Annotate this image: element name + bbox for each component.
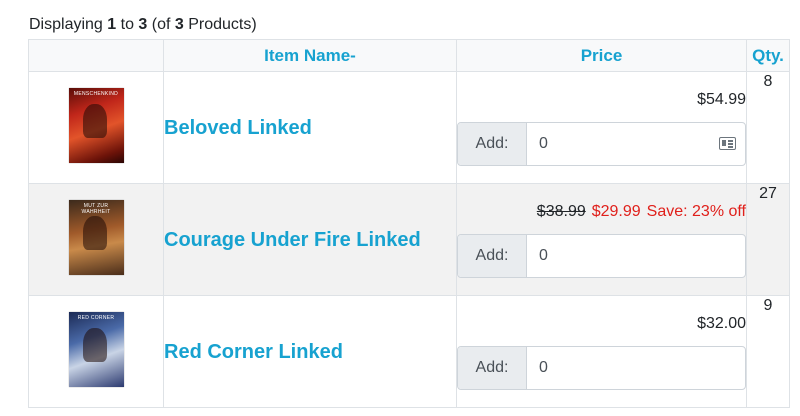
product-image[interactable]: RED CORNER bbox=[68, 311, 124, 387]
product-name-cell: Red Corner Linked bbox=[163, 295, 457, 408]
image-column-header bbox=[28, 39, 164, 72]
product-price-cell: $54.99 Add: 0 bbox=[456, 71, 747, 184]
product-price: $32.00 bbox=[697, 314, 746, 332]
table-header-row: Item Name- Price Qty. bbox=[28, 39, 790, 72]
product-price-cell: $32.00 Add: 0 bbox=[456, 295, 747, 408]
quantity-input[interactable]: 0 bbox=[527, 347, 745, 389]
sort-item-name-link[interactable]: Item Name- bbox=[264, 46, 356, 65]
quantity-input[interactable]: 0 bbox=[527, 235, 745, 277]
product-image-caption: RED CORNER bbox=[77, 314, 115, 321]
listing-from: 1 bbox=[107, 16, 117, 33]
product-name-link[interactable]: Beloved Linked bbox=[164, 117, 312, 139]
product-image-figure bbox=[82, 327, 107, 362]
listing-to-word: to bbox=[116, 16, 139, 33]
product-image-caption: MUT ZUR WAHRHEIT bbox=[81, 202, 111, 215]
add-to-cart-group: Add: 0 bbox=[457, 233, 746, 278]
item-name-column-header[interactable]: Item Name- bbox=[163, 39, 457, 72]
qty-column-header[interactable]: Qty. bbox=[746, 39, 790, 72]
price-column-header[interactable]: Price bbox=[456, 39, 747, 72]
add-label: Add: bbox=[458, 122, 527, 165]
add-to-cart-group: Add: 0 bbox=[457, 345, 746, 390]
product-image[interactable]: MENSCHENKIND bbox=[68, 87, 124, 163]
price-line: $38.99 $29.99 Save: 23% off bbox=[457, 202, 746, 222]
product-price: $54.99 bbox=[697, 90, 746, 108]
quantity-input-value: 0 bbox=[539, 358, 548, 376]
price-line: $32.00 bbox=[457, 314, 746, 334]
product-image-figure bbox=[82, 215, 107, 250]
price-line: $54.99 bbox=[457, 90, 746, 110]
product-image-figure bbox=[82, 103, 107, 138]
product-image-caption: MENSCHENKIND bbox=[73, 90, 119, 97]
product-name-cell: Beloved Linked bbox=[163, 71, 457, 184]
product-image-cell: MENSCHENKIND bbox=[28, 71, 164, 184]
product-price-cell: $38.99 $29.99 Save: 23% off Add: 0 bbox=[456, 183, 747, 296]
quantity-input[interactable]: 0 bbox=[527, 123, 745, 165]
listing-prefix: Displaying bbox=[29, 16, 108, 33]
listing-suffix: Products) bbox=[183, 16, 257, 33]
product-image[interactable]: MUT ZUR WAHRHEIT bbox=[68, 199, 124, 275]
product-name-link[interactable]: Courage Under Fire Linked bbox=[164, 229, 421, 251]
listing-of-word: (of bbox=[147, 16, 175, 33]
quantity-input-value: 0 bbox=[539, 134, 548, 152]
product-table: Item Name- Price Qty. MENSCHENKIND Belov… bbox=[28, 39, 790, 408]
add-label: Add: bbox=[458, 346, 527, 389]
product-old-price: $38.99 bbox=[536, 202, 586, 220]
table-row: MUT ZUR WAHRHEIT Courage Under Fire Link… bbox=[28, 183, 790, 296]
table-row: RED CORNER Red Corner Linked $32.00 Add:… bbox=[28, 295, 790, 408]
product-qty-cell: 8 bbox=[746, 71, 790, 184]
product-special-price: $29.99 bbox=[591, 202, 641, 220]
product-listing-page: Displaying 1 to 3 (of 3 Products) Item N… bbox=[0, 0, 800, 416]
product-qty-cell: 9 bbox=[746, 295, 790, 408]
listing-total: 3 bbox=[174, 16, 184, 33]
listing-count: Displaying 1 to 3 (of 3 Products) bbox=[29, 14, 257, 36]
sort-price-link[interactable]: Price bbox=[581, 46, 623, 65]
product-name-cell: Courage Under Fire Linked bbox=[163, 183, 457, 296]
add-to-cart-group: Add: 0 bbox=[457, 121, 746, 166]
table-row: MENSCHENKIND Beloved Linked $54.99 Add: … bbox=[28, 71, 790, 184]
product-qty-cell: 27 bbox=[746, 183, 790, 296]
contact-card-icon[interactable] bbox=[719, 137, 736, 150]
listing-to: 3 bbox=[138, 16, 148, 33]
quantity-input-value: 0 bbox=[539, 246, 548, 264]
add-label: Add: bbox=[458, 234, 527, 277]
product-save-text: Save: 23% off bbox=[646, 202, 746, 220]
product-name-link[interactable]: Red Corner Linked bbox=[164, 341, 343, 363]
product-image-cell: MUT ZUR WAHRHEIT bbox=[28, 183, 164, 296]
product-image-cell: RED CORNER bbox=[28, 295, 164, 408]
sort-qty-link[interactable]: Qty. bbox=[752, 46, 784, 65]
